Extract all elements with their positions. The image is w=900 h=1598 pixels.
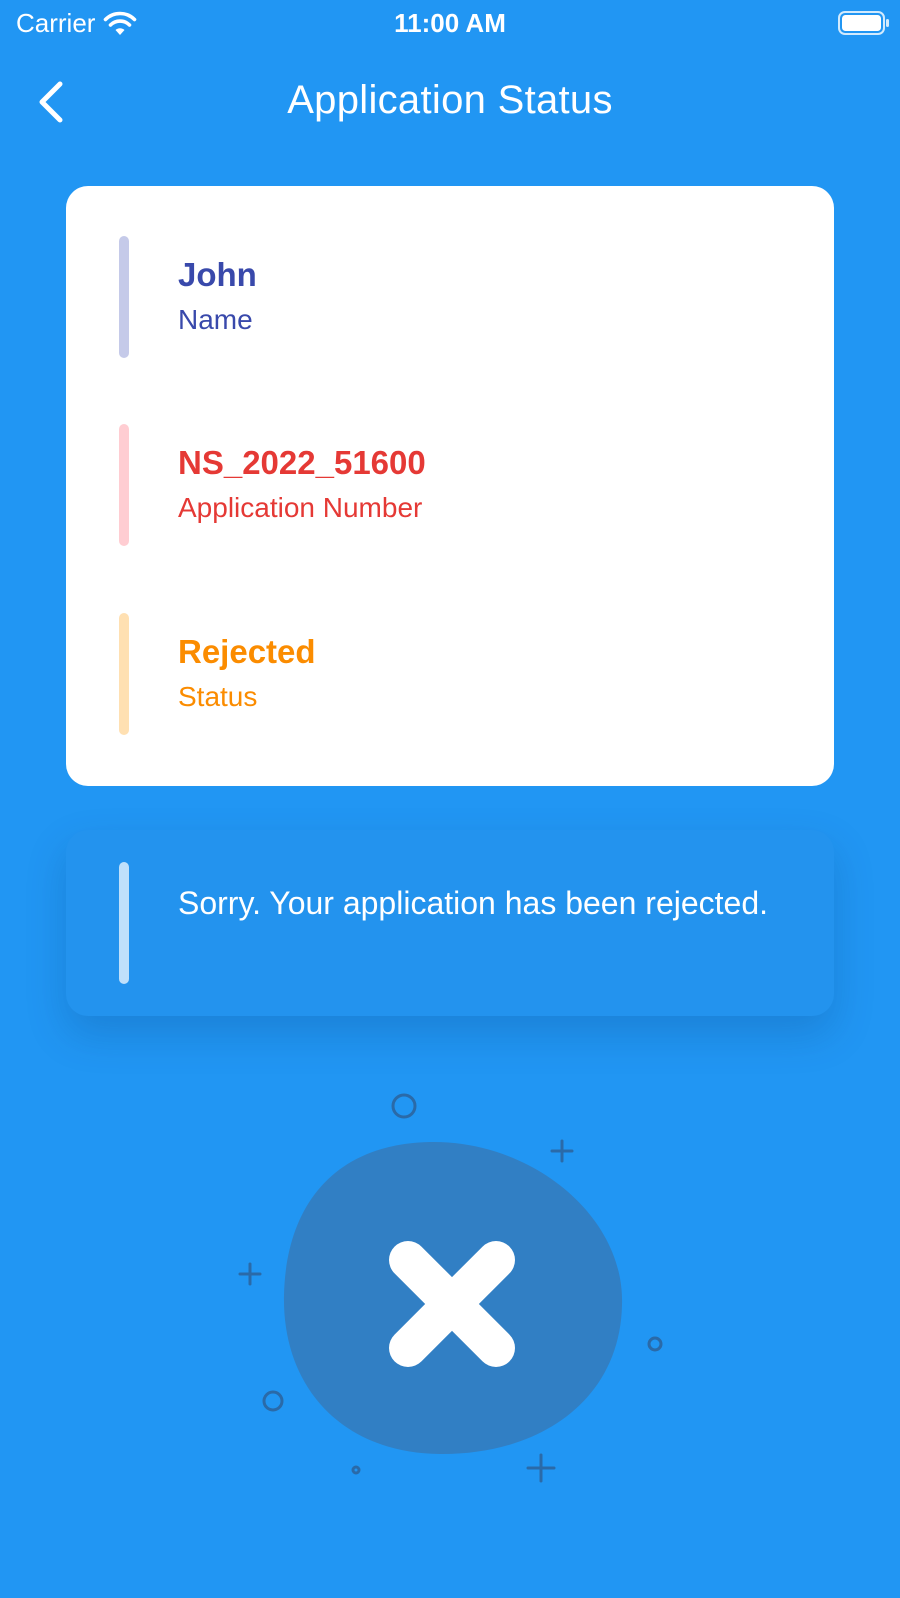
application-number-label: Application Number: [178, 492, 423, 523]
applicant-name-value: John: [178, 256, 257, 293]
application-number-accent-bar: [119, 424, 129, 546]
page-title: Application Status: [287, 78, 613, 122]
battery-icon: [838, 11, 890, 35]
status-time: 11:00 AM: [394, 8, 506, 38]
message-accent-bar: [119, 862, 129, 984]
status-value: Rejected: [178, 633, 316, 670]
name-accent-bar: [119, 236, 129, 358]
info-row-application-number: NS_2022_51600 Application Number: [66, 424, 834, 548]
application-number-value: NS_2022_51600: [178, 444, 426, 481]
status-label: Status: [178, 681, 258, 712]
navigation-bar: Application Status: [0, 62, 900, 146]
status-accent-bar: [119, 613, 129, 735]
rejection-message-card: Sorry. Your application has been rejecte…: [66, 830, 834, 1016]
rejected-illustration: [0, 1080, 900, 1500]
application-info-card: John Name NS_2022_51600 Application Numb…: [66, 186, 834, 786]
applicant-name-label: Name: [178, 304, 253, 335]
rejection-message-text: Sorry. Your application has been rejecte…: [178, 885, 769, 921]
status-bar: Carrier 11:00 AM: [0, 0, 900, 48]
info-row-name: John Name: [66, 236, 834, 360]
info-row-status: Rejected Status: [66, 613, 834, 737]
